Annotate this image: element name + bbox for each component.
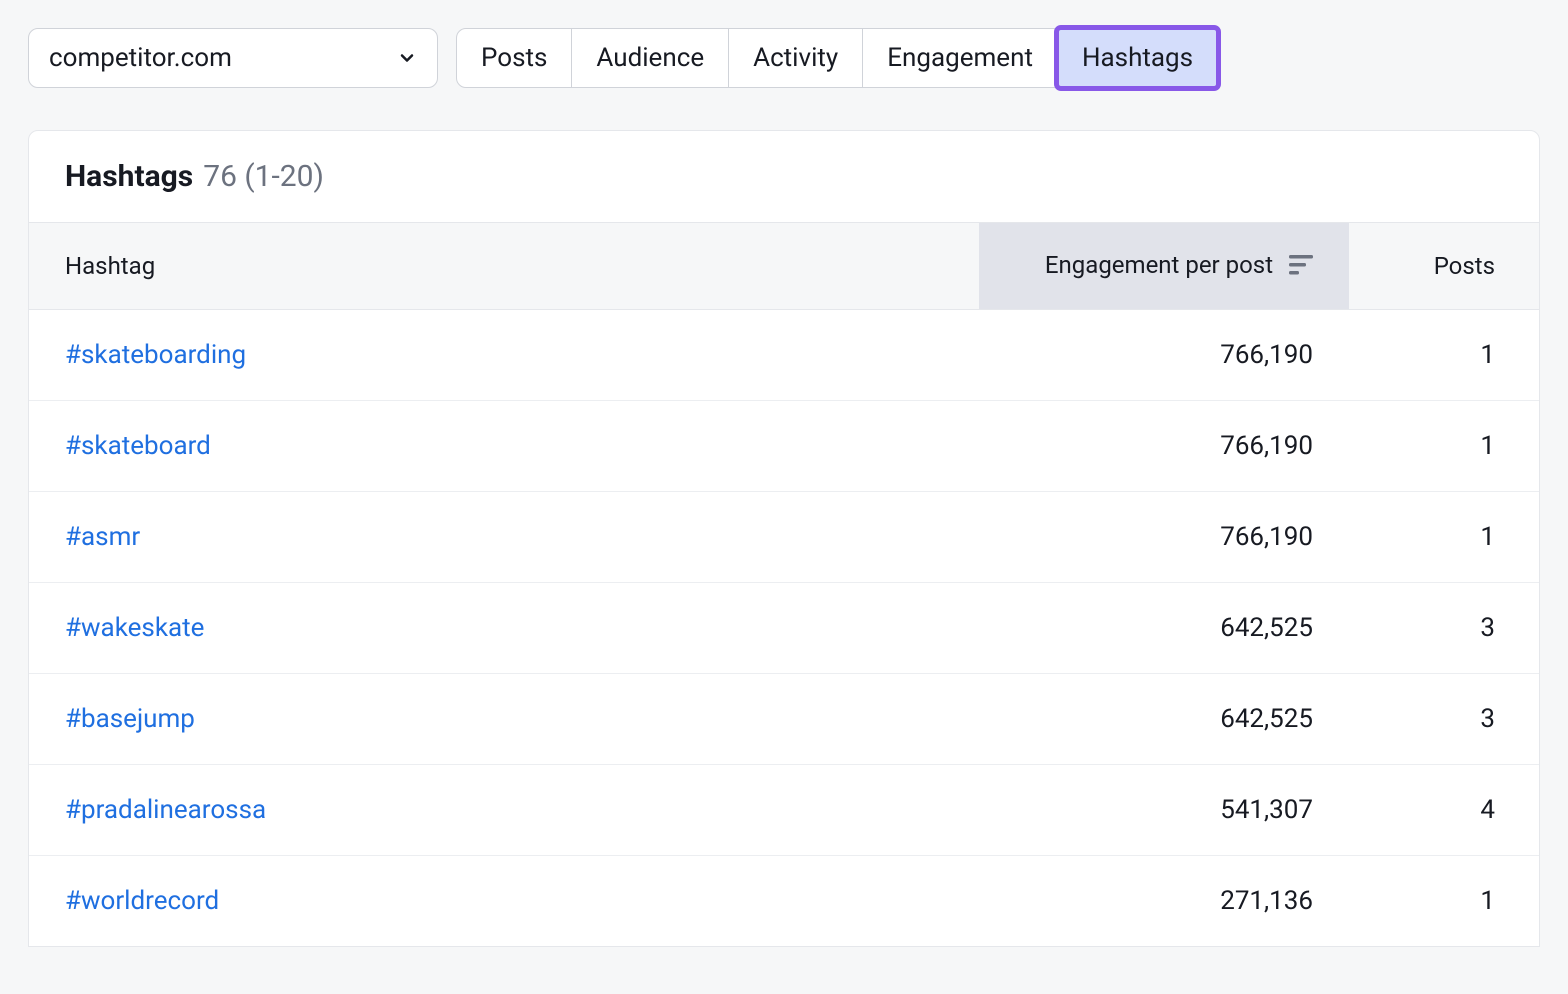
cell-hashtag: #basejump: [29, 673, 979, 764]
hashtags-panel: Hashtags 76 (1-20) Hashtag Engagement pe…: [28, 130, 1540, 947]
cell-hashtag: #skateboard: [29, 400, 979, 491]
cell-posts: 1: [1349, 491, 1539, 582]
table-row: #asmr 766,1901: [29, 491, 1539, 582]
table-row: #wakeskate 642,5253: [29, 582, 1539, 673]
column-header-posts[interactable]: Posts: [1349, 223, 1539, 310]
hashtags-table: Hashtag Engagement per post Posts: [29, 222, 1539, 946]
cell-hashtag: #worldrecord: [29, 855, 979, 946]
topbar: competitor.com Posts Audience Activity Enga…: [28, 28, 1540, 88]
cell-hashtag: #wakeskate: [29, 582, 979, 673]
hashtag-link[interactable]: #skateboarding: [65, 340, 246, 370]
cell-engagement-per-post: 766,190: [979, 491, 1349, 582]
column-header-epp-label: Engagement per post: [1045, 251, 1273, 279]
tabs: Posts Audience Activity Engagement Hashtags: [456, 28, 1218, 88]
column-header-hashtag-label: Hashtag: [65, 252, 155, 280]
hashtag-link[interactable]: #worldrecord: [65, 886, 219, 916]
tab-label: Audience: [596, 43, 704, 73]
tab-hashtags[interactable]: Hashtags: [1057, 28, 1218, 88]
cell-hashtag: #skateboarding: [29, 309, 979, 400]
cell-posts: 4: [1349, 764, 1539, 855]
tab-audience[interactable]: Audience: [571, 28, 729, 88]
cell-posts: 1: [1349, 855, 1539, 946]
cell-engagement-per-post: 766,190: [979, 309, 1349, 400]
cell-hashtag: #pradalinearossa: [29, 764, 979, 855]
table-row: #basejump 642,5253: [29, 673, 1539, 764]
column-header-posts-label: Posts: [1434, 252, 1495, 280]
panel-title: Hashtags: [65, 159, 193, 194]
table-row: #skateboard 766,1901: [29, 400, 1539, 491]
cell-posts: 3: [1349, 673, 1539, 764]
hashtag-link[interactable]: #wakeskate: [65, 613, 204, 643]
column-header-engagement-per-post[interactable]: Engagement per post: [979, 223, 1349, 310]
panel-header: Hashtags 76 (1-20): [29, 131, 1539, 222]
cell-engagement-per-post: 541,307: [979, 764, 1349, 855]
cell-posts: 1: [1349, 309, 1539, 400]
cell-engagement-per-post: 271,136: [979, 855, 1349, 946]
hashtag-link[interactable]: #pradalinearossa: [65, 795, 266, 825]
cell-posts: 3: [1349, 582, 1539, 673]
tab-label: Hashtags: [1082, 43, 1193, 73]
tab-label: Activity: [753, 43, 838, 73]
hashtag-link[interactable]: #asmr: [65, 522, 140, 552]
sort-descending-icon: [1289, 253, 1313, 281]
hashtag-link[interactable]: #basejump: [65, 704, 195, 734]
table-row: #worldrecord 271,1361: [29, 855, 1539, 946]
tab-posts[interactable]: Posts: [456, 28, 572, 88]
tab-label: Engagement: [887, 43, 1033, 73]
table-row: #pradalinearossa 541,3074: [29, 764, 1539, 855]
chevron-down-icon: [397, 48, 417, 68]
cell-engagement-per-post: 642,525: [979, 582, 1349, 673]
tab-engagement[interactable]: Engagement: [862, 28, 1058, 88]
panel-count: 76 (1-20): [203, 159, 324, 194]
cell-engagement-per-post: 766,190: [979, 400, 1349, 491]
domain-select-value: competitor.com: [49, 43, 232, 73]
hashtag-link[interactable]: #skateboard: [65, 431, 211, 461]
cell-hashtag: #asmr: [29, 491, 979, 582]
column-header-hashtag[interactable]: Hashtag: [29, 223, 979, 310]
cell-posts: 1: [1349, 400, 1539, 491]
tab-label: Posts: [481, 43, 547, 73]
table-row: #skateboarding 766,1901: [29, 309, 1539, 400]
domain-select[interactable]: competitor.com: [28, 28, 438, 88]
tab-activity[interactable]: Activity: [728, 28, 863, 88]
cell-engagement-per-post: 642,525: [979, 673, 1349, 764]
